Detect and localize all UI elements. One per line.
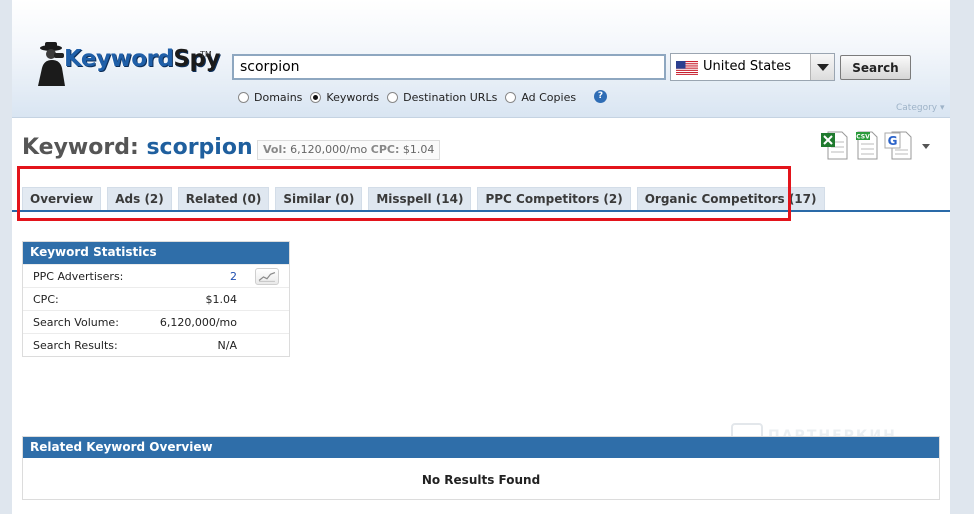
stat-value: $1.04 [205, 293, 238, 306]
header: KeywordSpy TM United States Search Domai… [12, 0, 950, 118]
keyword-meta: Vol: 6,120,000/mo CPC: $1.04 [257, 140, 441, 160]
svg-text:G: G [888, 134, 898, 148]
export-menu-chevron-icon[interactable] [922, 144, 930, 150]
svg-text:CSV: CSV [856, 134, 870, 141]
stat-label: CPC: [33, 293, 59, 306]
radio-destination-urls[interactable]: Destination URLs [387, 91, 497, 104]
panel-title: Related Keyword Overview [23, 437, 939, 458]
export-toolbar: CSV G [820, 130, 940, 164]
trademark-mark: TM [200, 50, 212, 59]
red-highlight-frame [17, 166, 791, 221]
country-label: United States [703, 59, 792, 74]
radio-icon[interactable] [505, 91, 517, 103]
stat-label: Search Results: [33, 339, 118, 352]
stat-label: PPC Advertisers: [33, 270, 124, 283]
stat-row: Search Results: N/A [23, 333, 289, 356]
stat-value: 6,120,000/mo [159, 316, 237, 329]
search-input[interactable] [232, 54, 666, 80]
excel-export-icon[interactable] [820, 130, 848, 160]
search-type-radios: Domains Keywords Destination URLs Ad Cop… [238, 89, 584, 105]
ppc-advertisers-link[interactable]: 2 [230, 270, 237, 283]
stat-row: Search Volume: 6,120,000/mo [23, 310, 289, 333]
keyword-term: scorpion [146, 135, 253, 160]
stat-row: PPC Advertisers: 2 [23, 264, 289, 287]
stat-value: N/A [217, 339, 237, 352]
chevron-down-icon[interactable] [810, 54, 834, 80]
search-button[interactable]: Search [840, 55, 911, 80]
keywordspy-logo[interactable]: KeywordSpy TM [34, 40, 220, 88]
country-select[interactable]: United States [670, 53, 835, 81]
logo-wordmark: KeywordSpy [64, 46, 220, 72]
radio-ad-copies[interactable]: Ad Copies [505, 91, 576, 104]
google-export-icon[interactable]: G [884, 130, 912, 160]
page-title: Keyword: scorpion [22, 135, 253, 160]
panel-title: Keyword Statistics [23, 242, 289, 264]
spy-figure-icon [38, 42, 65, 86]
page: KeywordSpy TM United States Search Domai… [12, 0, 950, 514]
trend-chart-icon[interactable] [255, 268, 279, 285]
radio-icon[interactable] [238, 91, 249, 103]
stat-row: CPC: $1.04 [23, 287, 289, 310]
radio-domains[interactable]: Domains [238, 91, 302, 104]
csv-export-icon[interactable]: CSV [852, 130, 880, 160]
radio-icon[interactable] [387, 91, 399, 103]
empty-state-text: No Results Found [421, 473, 541, 487]
keyword-statistics-panel: Keyword Statistics PPC Advertisers: 2 CP… [22, 241, 290, 357]
category-link[interactable]: Category ▾ [896, 103, 945, 113]
us-flag-icon [676, 61, 698, 75]
related-keyword-overview-panel: Related Keyword Overview No Results Foun… [22, 436, 940, 500]
help-icon[interactable]: ? [594, 90, 607, 103]
radio-keywords[interactable]: Keywords [310, 91, 379, 104]
stat-label: Search Volume: [33, 316, 119, 329]
radio-selected-icon[interactable] [310, 91, 322, 103]
